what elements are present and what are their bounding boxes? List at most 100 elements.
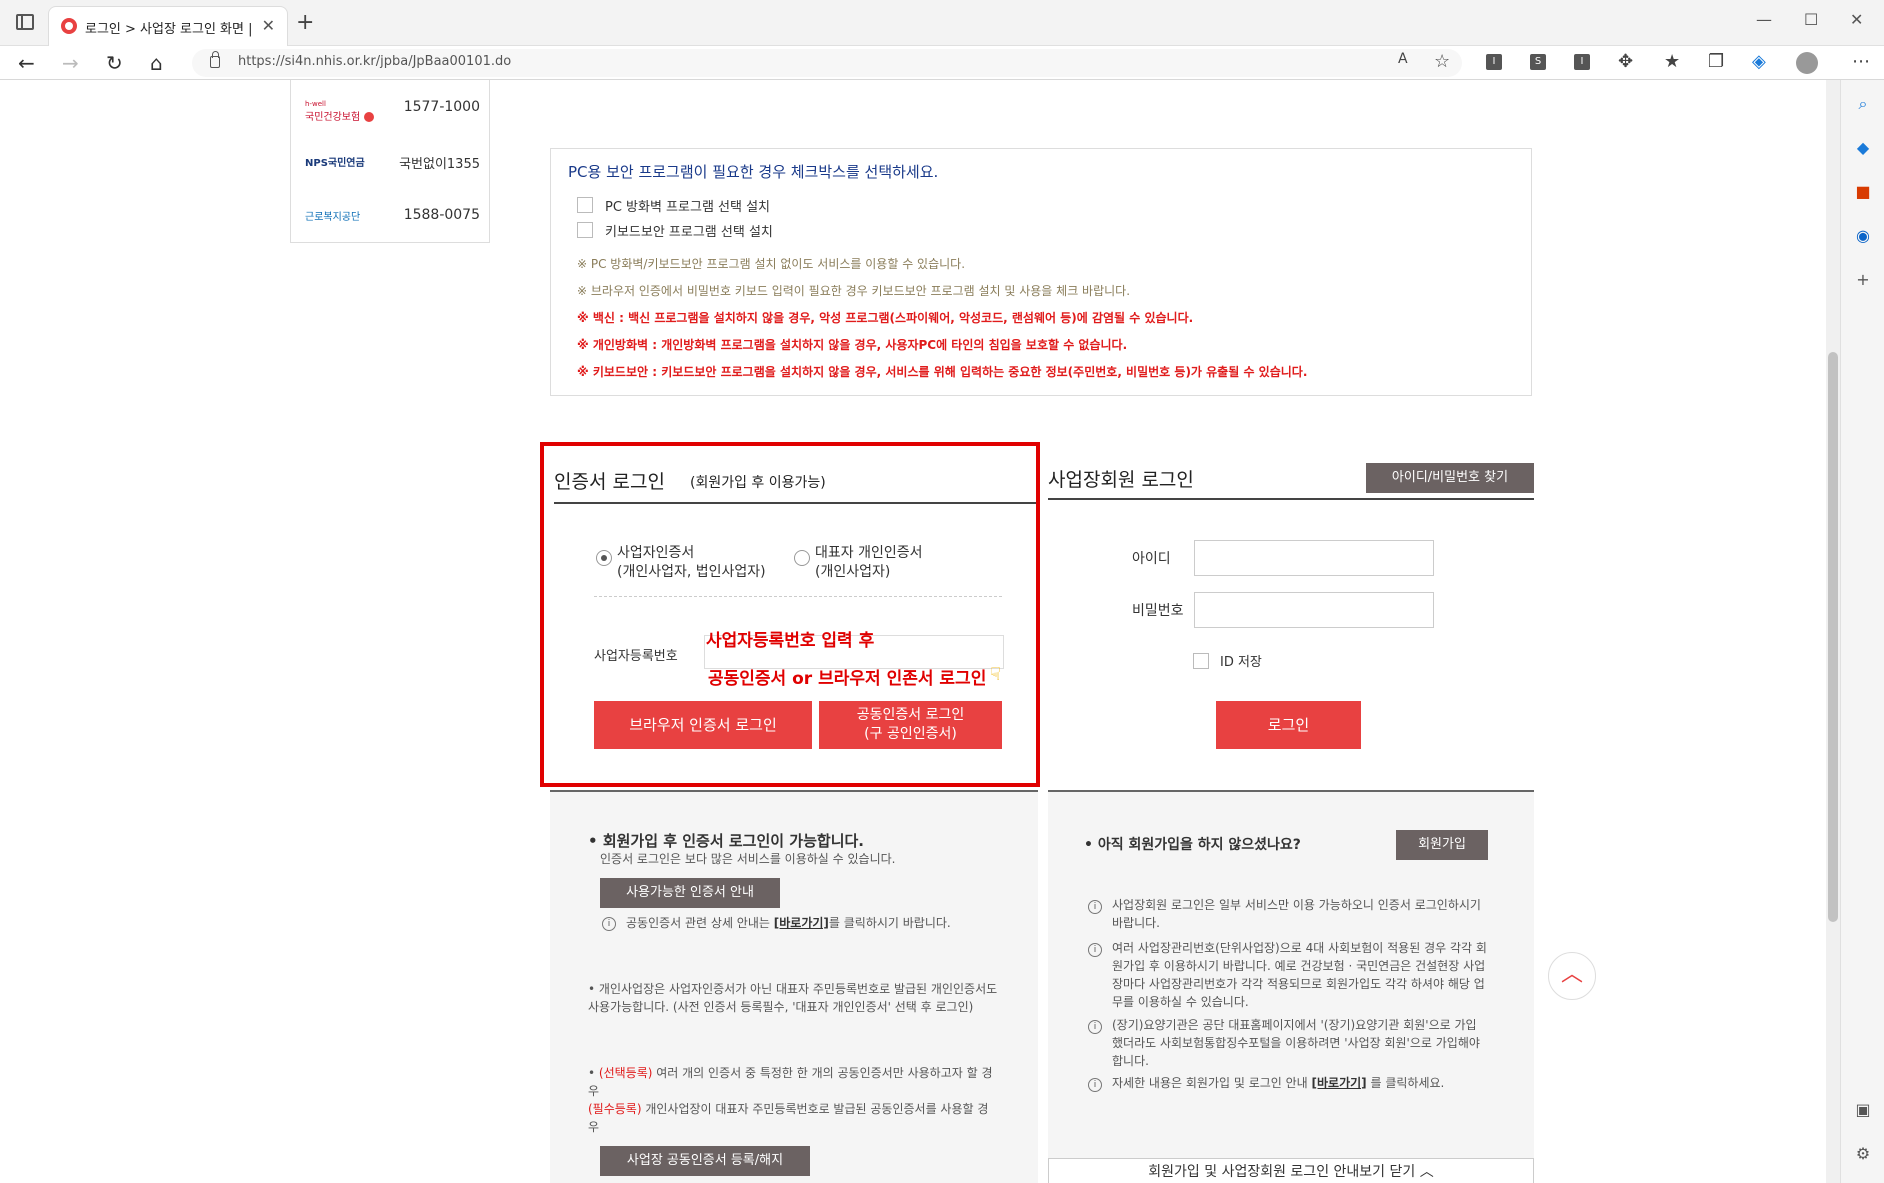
lock-icon[interactable] xyxy=(210,51,220,68)
keyboard-security-label: 키보드보안 프로그램 선택 설치 xyxy=(605,225,773,240)
url-text: https://si4n.nhis.or.kr/jpba/JpBaa00101.… xyxy=(238,54,512,69)
settings-icon[interactable]: ⚙ xyxy=(1853,1144,1873,1164)
add-icon[interactable]: + xyxy=(1853,270,1873,290)
member-guide-link[interactable]: [바로가기] xyxy=(1312,1076,1367,1090)
forward-icon[interactable]: → xyxy=(62,51,79,75)
url-field[interactable]: https://si4n.nhis.or.kr/jpba/JpBaa00101.… xyxy=(192,49,1462,77)
extension-3-icon[interactable]: I xyxy=(1574,54,1590,70)
login-button[interactable]: 로그인 xyxy=(1216,701,1361,749)
register-cert-button[interactable]: 사업장 공동인증서 등록/해지 xyxy=(600,1146,810,1176)
id-save-label: ID 저장 xyxy=(1220,655,1262,670)
contact-box: h-well 국민건강보험 1577-1000 NPS국민연금 국번없이1355 … xyxy=(290,80,490,243)
search-icon[interactable]: ⌕ xyxy=(1853,94,1873,114)
available-cert-button[interactable]: 사용가능한 인증서 안내 xyxy=(600,878,780,908)
join-button[interactable]: 회원가입 xyxy=(1396,830,1488,860)
cert-detail-link[interactable]: [바로가기] xyxy=(774,916,829,930)
info-icon: i xyxy=(602,917,616,931)
firewall-label: PC 방화벽 프로그램 선택 설치 xyxy=(605,200,771,215)
business-number-label: 사업자등록번호 xyxy=(594,649,678,664)
security-note: ※ 브라우저 인증에서 비밀번호 키보드 입력이 필요한 경우 키보드보안 프로… xyxy=(577,284,1131,298)
browser-tab-bar: 로그인 > 사업장 로그인 화면 | h ✕ + — ☐ ✕ xyxy=(0,0,1884,46)
member-info-panel: • 아직 회원가입을 하지 않으셨나요? 회원가입 i 사업장회원 로그인은 일… xyxy=(1048,790,1534,1183)
browser-essentials-icon[interactable]: ◈ xyxy=(1752,51,1766,72)
page-viewport: h-well 국민건강보험 1577-1000 NPS국민연금 국번없이1355 … xyxy=(0,80,1826,1183)
extensions-icon[interactable]: ✥ xyxy=(1618,51,1633,72)
divider xyxy=(594,596,1002,597)
close-window-icon[interactable]: ✕ xyxy=(1850,10,1863,29)
kcomwel-logo: 근로복지공단 xyxy=(305,212,361,223)
office-icon[interactable]: ■ xyxy=(1853,182,1873,202)
contact-number: 국번없이1355 xyxy=(399,157,480,172)
address-bar: ← → ↻ ⌂ https://si4n.nhis.or.kr/jpba/JpB… xyxy=(0,46,1884,80)
scroll-top-button[interactable]: ︿ xyxy=(1548,952,1596,1000)
joint-cert-login-button[interactable]: 공동인증서 로그인 (구 공인인증서) xyxy=(819,701,1002,749)
cert-login-subtitle: (회원가입 후 이용가능) xyxy=(690,475,826,491)
firewall-checkbox[interactable] xyxy=(577,197,593,213)
extension-2-icon[interactable]: S xyxy=(1530,54,1546,70)
biz-login-title: 사업장회원 로그인 xyxy=(1048,469,1194,491)
more-icon[interactable]: ⋯ xyxy=(1852,51,1870,72)
maximize-icon[interactable]: ☐ xyxy=(1804,10,1818,29)
security-note: ※ PC 방화벽/키보드보안 프로그램 설치 없이도 서비스를 이용할 수 있습… xyxy=(577,257,966,271)
representative-cert-radio[interactable] xyxy=(794,550,810,566)
contact-row-nhis: h-well 국민건강보험 1577-1000 xyxy=(305,94,480,124)
register-note: • (선택등록) 여러 개의 인증서 중 특정한 한 개의 공동인증서만 사용하… xyxy=(588,1066,993,1134)
site-favicon-icon xyxy=(61,18,77,34)
browser-tab[interactable]: 로그인 > 사업장 로그인 화면 | h ✕ xyxy=(48,6,288,46)
close-tab-icon[interactable]: ✕ xyxy=(262,16,275,35)
id-input[interactable] xyxy=(1194,540,1434,576)
security-title: PC용 보안 프로그램이 필요한 경우 체크박스를 선택하세요. xyxy=(568,163,939,181)
security-warning: ※ 백신 : 백신 프로그램을 설치하지 않을 경우, 악성 프로그램(스파이웨… xyxy=(577,311,1194,325)
representative-cert-label[interactable]: 대표자 개인인증서 (개인사업자) xyxy=(815,544,923,582)
sidebar-toggle-icon[interactable]: ▣ xyxy=(1853,1100,1873,1120)
id-label: 아이디 xyxy=(1132,551,1171,567)
contact-row-nps: NPS국민연금 국번없이1355 xyxy=(305,148,480,178)
collections-icon[interactable]: ❐ xyxy=(1708,51,1724,72)
contact-number: 1577-1000 xyxy=(403,99,480,115)
browser-sidebar: ⌕ ◆ ■ ◉ + ▣ ⚙ xyxy=(1840,80,1884,1183)
member-note: (장기)요양기관은 공단 대표홈페이지에서 '(장기)요양기관 회원'으로 가입… xyxy=(1112,1018,1480,1068)
keyboard-security-checkbox[interactable] xyxy=(577,222,593,238)
member-note: 여러 사업장관리번호(단위사업장)으로 4대 사회보험이 적용된 경우 각각 회… xyxy=(1112,941,1487,1009)
extension-1-icon[interactable]: I xyxy=(1486,54,1502,70)
certificate-login-panel: 인증서 로그인 (회원가입 후 이용가능) 사업자인증서 (개인사업자, 법인사… xyxy=(540,442,1040,787)
nhis-logo: h-well 국민건강보험 xyxy=(305,100,375,123)
refresh-icon[interactable]: ↻ xyxy=(106,51,123,75)
id-save-checkbox[interactable] xyxy=(1193,653,1209,669)
divider xyxy=(1048,498,1534,500)
cert-login-title: 인증서 로그인 xyxy=(554,471,665,493)
password-input[interactable] xyxy=(1194,592,1434,628)
tab-actions-icon[interactable] xyxy=(16,14,34,30)
info-icon: i xyxy=(1088,1078,1102,1092)
divider xyxy=(554,502,1036,504)
security-program-box: PC용 보안 프로그램이 필요한 경우 체크박스를 선택하세요. PC 방화벽 … xyxy=(550,148,1532,396)
back-icon[interactable]: ← xyxy=(18,51,35,75)
business-cert-label[interactable]: 사업자인증서 (개인사업자, 법인사업자) xyxy=(617,544,766,582)
new-tab-icon[interactable]: + xyxy=(296,10,314,35)
outlook-icon[interactable]: ◉ xyxy=(1853,226,1873,246)
minimize-icon[interactable]: — xyxy=(1756,10,1772,29)
favorite-add-icon[interactable]: ☆ xyxy=(1434,51,1450,72)
nps-logo: NPS국민연금 xyxy=(305,158,365,169)
contact-number: 1588-0075 xyxy=(403,207,480,223)
read-aloud-icon[interactable]: A xyxy=(1398,51,1408,67)
find-id-password-button[interactable]: 아이디/비밀번호 찾기 xyxy=(1366,463,1534,493)
cert-info-title: • 회원가입 후 인증서 로그인이 가능합니다. xyxy=(588,832,865,850)
annotation-text: 공동인증서 or 브라우저 인존서 로그인 xyxy=(708,669,987,689)
personal-cert-note: • 개인사업장은 사업자인증서가 아닌 대표자 주민등록번호로 발급된 개인인증… xyxy=(588,982,998,1014)
business-cert-radio[interactable] xyxy=(596,550,612,566)
info-icon: i xyxy=(1088,900,1102,914)
home-icon[interactable]: ⌂ xyxy=(150,51,163,75)
member-guide-text: 자세한 내용은 회원가입 및 로그인 안내 [바로가기] 를 클릭하세요. xyxy=(1112,1076,1445,1090)
info-icon: i xyxy=(1088,943,1102,957)
browser-cert-login-button[interactable]: 브라우저 인증서 로그인 xyxy=(594,701,812,749)
profile-icon[interactable] xyxy=(1796,52,1818,74)
favorites-icon[interactable]: ★ xyxy=(1664,51,1680,72)
tab-title: 로그인 > 사업장 로그인 화면 | h xyxy=(85,22,257,37)
cert-detail-text: 공동인증서 관련 상세 안내는 [바로가기]를 클릭하시기 바랍니다. xyxy=(626,916,951,930)
up-arrow-icon: ︿ xyxy=(1560,962,1583,987)
guide-toggle-button[interactable]: 회원가입 및 사업장회원 로그인 안내보기 닫기 ︿ xyxy=(1048,1158,1534,1183)
scrollbar-thumb[interactable] xyxy=(1828,352,1838,922)
annotation-text: 사업자등록번호 입력 후 xyxy=(706,631,875,651)
shopping-icon[interactable]: ◆ xyxy=(1853,138,1873,158)
